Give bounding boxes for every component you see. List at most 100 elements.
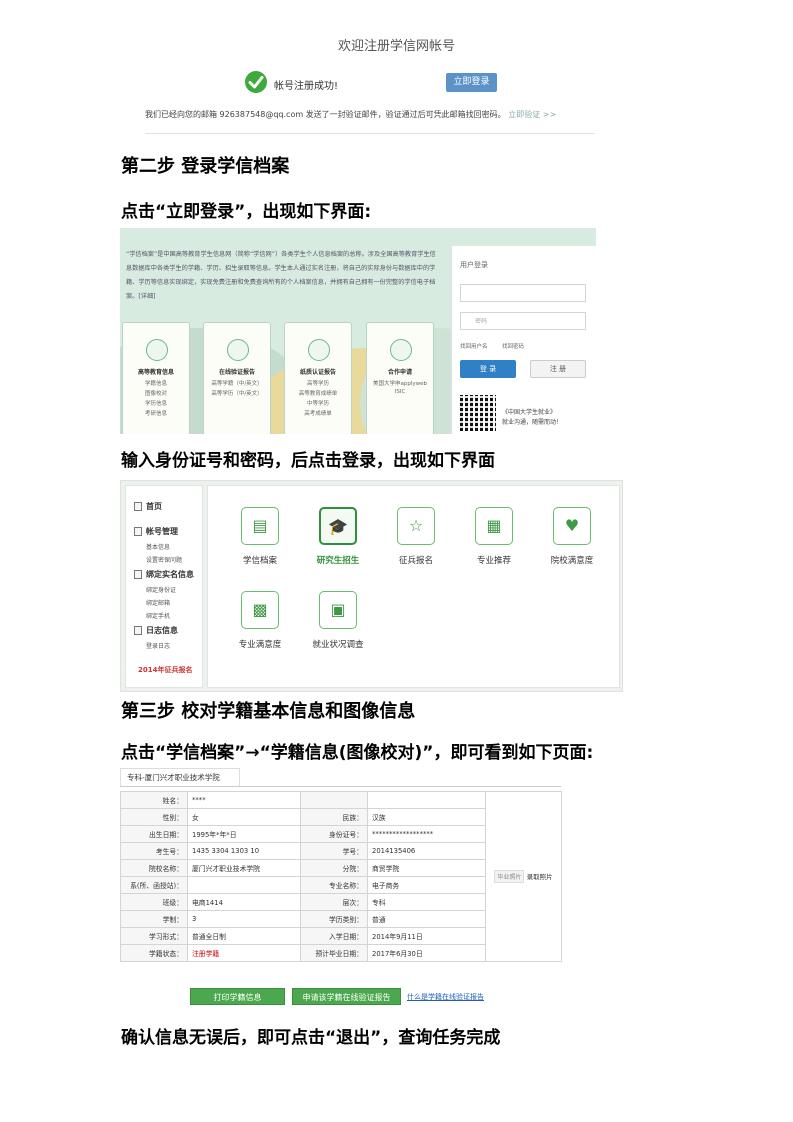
feature-card[interactable]: 在线验证报告 高等学籍（中/英文） 高等学历（中/英文） xyxy=(203,322,271,434)
sidebar-item-account[interactable]: 帐号管理 xyxy=(146,526,178,537)
tile-label[interactable]: 就业状况调查 xyxy=(298,638,378,650)
login-now-button[interactable]: 立即登录 xyxy=(446,73,497,92)
tile-employment-survey[interactable]: ▣ xyxy=(319,591,357,629)
field-label: 学制： xyxy=(120,910,188,928)
login-page-screenshot: “学信档案”是中国高等教育学生信息网（简称“学信网”）各类学生个人信息档案的总称… xyxy=(120,228,596,434)
field-label: 身份证号： xyxy=(300,825,368,843)
field-value: 女 xyxy=(187,808,301,826)
tile-label[interactable]: 专业满意度 xyxy=(220,638,300,650)
sidebar-item-log[interactable]: 日志信息 xyxy=(146,625,178,636)
tile-school-satisfaction[interactable]: ♥ xyxy=(553,507,591,545)
feature-item[interactable]: 高等学历 xyxy=(285,379,351,387)
school-tab[interactable]: 专科-厦门兴才职业技术学院 xyxy=(120,768,240,786)
qr-caption: 《中国大学生就业》 xyxy=(502,409,557,416)
sidebar-item-basic-info[interactable]: 基本信息 xyxy=(146,542,170,551)
feature-item[interactable]: 中等学历 xyxy=(285,399,351,407)
tile-label[interactable]: 院校满意度 xyxy=(532,554,612,566)
step2-instruction-2: 输入身份证号和密码，后点击登录，出现如下界面 xyxy=(121,451,495,471)
field-label: 学历类别： xyxy=(300,910,368,928)
tile-label[interactable]: 学信档案 xyxy=(220,554,300,566)
feature-item[interactable]: 高等学籍（中/英文） xyxy=(204,379,270,387)
feature-item[interactable]: 学籍信息 xyxy=(123,379,189,387)
feature-card[interactable]: 合作申请 美国大学申applyweb ISIC xyxy=(366,322,434,434)
feature-item[interactable]: 学历信息 xyxy=(123,399,189,407)
login-panel-title: 用户登录 xyxy=(460,261,488,269)
tile-enlistment[interactable]: ☆ xyxy=(397,507,435,545)
apply-verification-button[interactable]: 申请该学籍在线验证报告 xyxy=(292,988,401,1005)
field-label: 性别： xyxy=(120,808,188,826)
field-value: ****************** xyxy=(367,825,486,843)
feature-item[interactable]: 高等学历（中/英文） xyxy=(204,389,270,397)
dashboard-main: ▤ 学信档案 🎓 研究生招生 ☆ 征兵报名 ▦ 专业推荐 ♥ 院校满意度 ▩ 专… xyxy=(207,485,620,688)
username-input[interactable] xyxy=(460,284,586,302)
sidebar-item-login-log[interactable]: 登录日志 xyxy=(146,641,170,650)
qr-code-overlay xyxy=(460,395,496,431)
feature-card[interactable]: 高等教育信息 学籍信息 图像校对 学历信息 考研信息 xyxy=(122,322,190,434)
field-value: 厦门兴才职业技术学院 xyxy=(187,859,301,877)
step3-instruction: 点击“学信档案”→“学籍信息(图像校对)”，即可看到如下页面: xyxy=(121,743,594,763)
step2-heading: 第二步 登录学信档案 xyxy=(121,156,290,177)
sidebar-item-security-question[interactable]: 设置密保问题 xyxy=(146,555,182,564)
password-input[interactable]: 密码 xyxy=(460,312,586,330)
feature-item[interactable]: 美国大学申applyweb xyxy=(367,379,433,387)
field-value: 汉族 xyxy=(367,808,486,826)
find-username-link[interactable]: 找回用户名 xyxy=(460,342,488,350)
login-panel: 用户登录 密码 找回用户名 找回密码 登 录 注 册 《中国大学生就业》 就业沟… xyxy=(451,246,596,434)
find-password-link[interactable]: 找回密码 xyxy=(502,342,524,350)
archive-intro: “学信档案”是中国高等教育学生信息网（简称“学信网”）各类学生个人信息档案的总称… xyxy=(126,251,436,300)
feature-title: 在线验证报告 xyxy=(218,369,255,376)
field-value xyxy=(187,876,301,894)
sidebar-item-enlistment[interactable]: 2014年征兵报名 xyxy=(138,665,192,675)
what-is-verification-link[interactable]: 什么是学籍在线验证报告 xyxy=(407,992,484,1002)
feature-item[interactable]: ISIC xyxy=(367,389,433,395)
verify-now-link[interactable]: 立即验证 >> xyxy=(508,110,556,119)
field-label: 院校名称： xyxy=(120,859,188,877)
sidebar-item-home[interactable]: 首页 xyxy=(146,501,162,512)
admission-photo-label[interactable]: 录取照片 xyxy=(527,873,553,881)
feature-card[interactable]: 纸质认证报告 高等学历 高等教育成绩单 中等学历 高考成绩单 xyxy=(284,322,352,434)
field-label: 专业名称： xyxy=(300,876,368,894)
feature-item[interactable]: 考研信息 xyxy=(123,409,189,417)
graduation-photo-button[interactable]: 毕业照片 xyxy=(494,870,525,883)
conclusion-text: 确认信息无误后，即可点击“退出”，查询任务完成 xyxy=(121,1028,501,1048)
field-label: 出生日期： xyxy=(120,825,188,843)
home-icon xyxy=(134,502,142,511)
archive-icon: ▤ xyxy=(252,516,268,535)
qr-caption: 就业沟通，随需而动！ xyxy=(502,419,563,426)
field-label: 入学日期： xyxy=(300,927,368,945)
clipboard-icon xyxy=(227,339,249,361)
thumbs-up-icon: ▦ xyxy=(486,516,502,535)
register-button[interactable]: 注 册 xyxy=(530,360,586,378)
tile-major-satisfaction[interactable]: ▩ xyxy=(241,591,279,629)
note-text: 我们已经向您的邮箱 926387548@qq.com 发送了一封验证邮件，验证通… xyxy=(145,110,506,119)
tile-label[interactable]: 专业推荐 xyxy=(454,554,534,566)
tile-graduate-admission[interactable]: 🎓 xyxy=(319,507,357,545)
sidebar-item-bind-id[interactable]: 绑定身份证 xyxy=(146,585,176,594)
star-icon: ☆ xyxy=(408,516,424,535)
grid-heart-icon: ▩ xyxy=(252,600,268,619)
feature-item[interactable]: 高等教育成绩单 xyxy=(285,389,351,397)
sidebar-item-bind-email[interactable]: 绑定邮箱 xyxy=(146,598,170,607)
photo-cell: 毕业照片 录取照片 xyxy=(485,791,562,962)
field-value: 注册学籍 xyxy=(187,944,301,962)
field-label: 分院： xyxy=(300,859,368,877)
sidebar-item-bind-phone[interactable]: 绑定手机 xyxy=(146,611,170,620)
tile-major-recommend[interactable]: ▦ xyxy=(475,507,513,545)
graduation-cap-icon: 🎓 xyxy=(328,517,348,536)
account-icon xyxy=(134,527,142,536)
feature-item[interactable]: 高考成绩单 xyxy=(285,409,351,417)
field-label: 学籍状态： xyxy=(120,944,188,962)
tile-label[interactable]: 研究生招生 xyxy=(298,554,378,566)
login-button[interactable]: 登 录 xyxy=(460,360,516,378)
print-record-button[interactable]: 打印学籍信息 xyxy=(190,988,285,1005)
student-record-table: 姓名： **** 毕业照片 录取照片 性别： 女 民族： 汉族 出生日期： 19… xyxy=(120,791,562,962)
sidebar-item-bind-realname[interactable]: 绑定实名信息 xyxy=(146,569,194,580)
tile-label[interactable]: 征兵报名 xyxy=(376,554,456,566)
field-value: 3 xyxy=(187,910,301,928)
step3-heading: 第三步 校对学籍基本信息和图像信息 xyxy=(121,701,416,722)
tile-archive[interactable]: ▤ xyxy=(241,507,279,545)
field-value: 普通 xyxy=(367,910,486,928)
feature-item[interactable]: 图像校对 xyxy=(123,389,189,397)
field-label: 考生号： xyxy=(120,842,188,860)
field-label: 系(所、函授站)： xyxy=(120,876,188,894)
